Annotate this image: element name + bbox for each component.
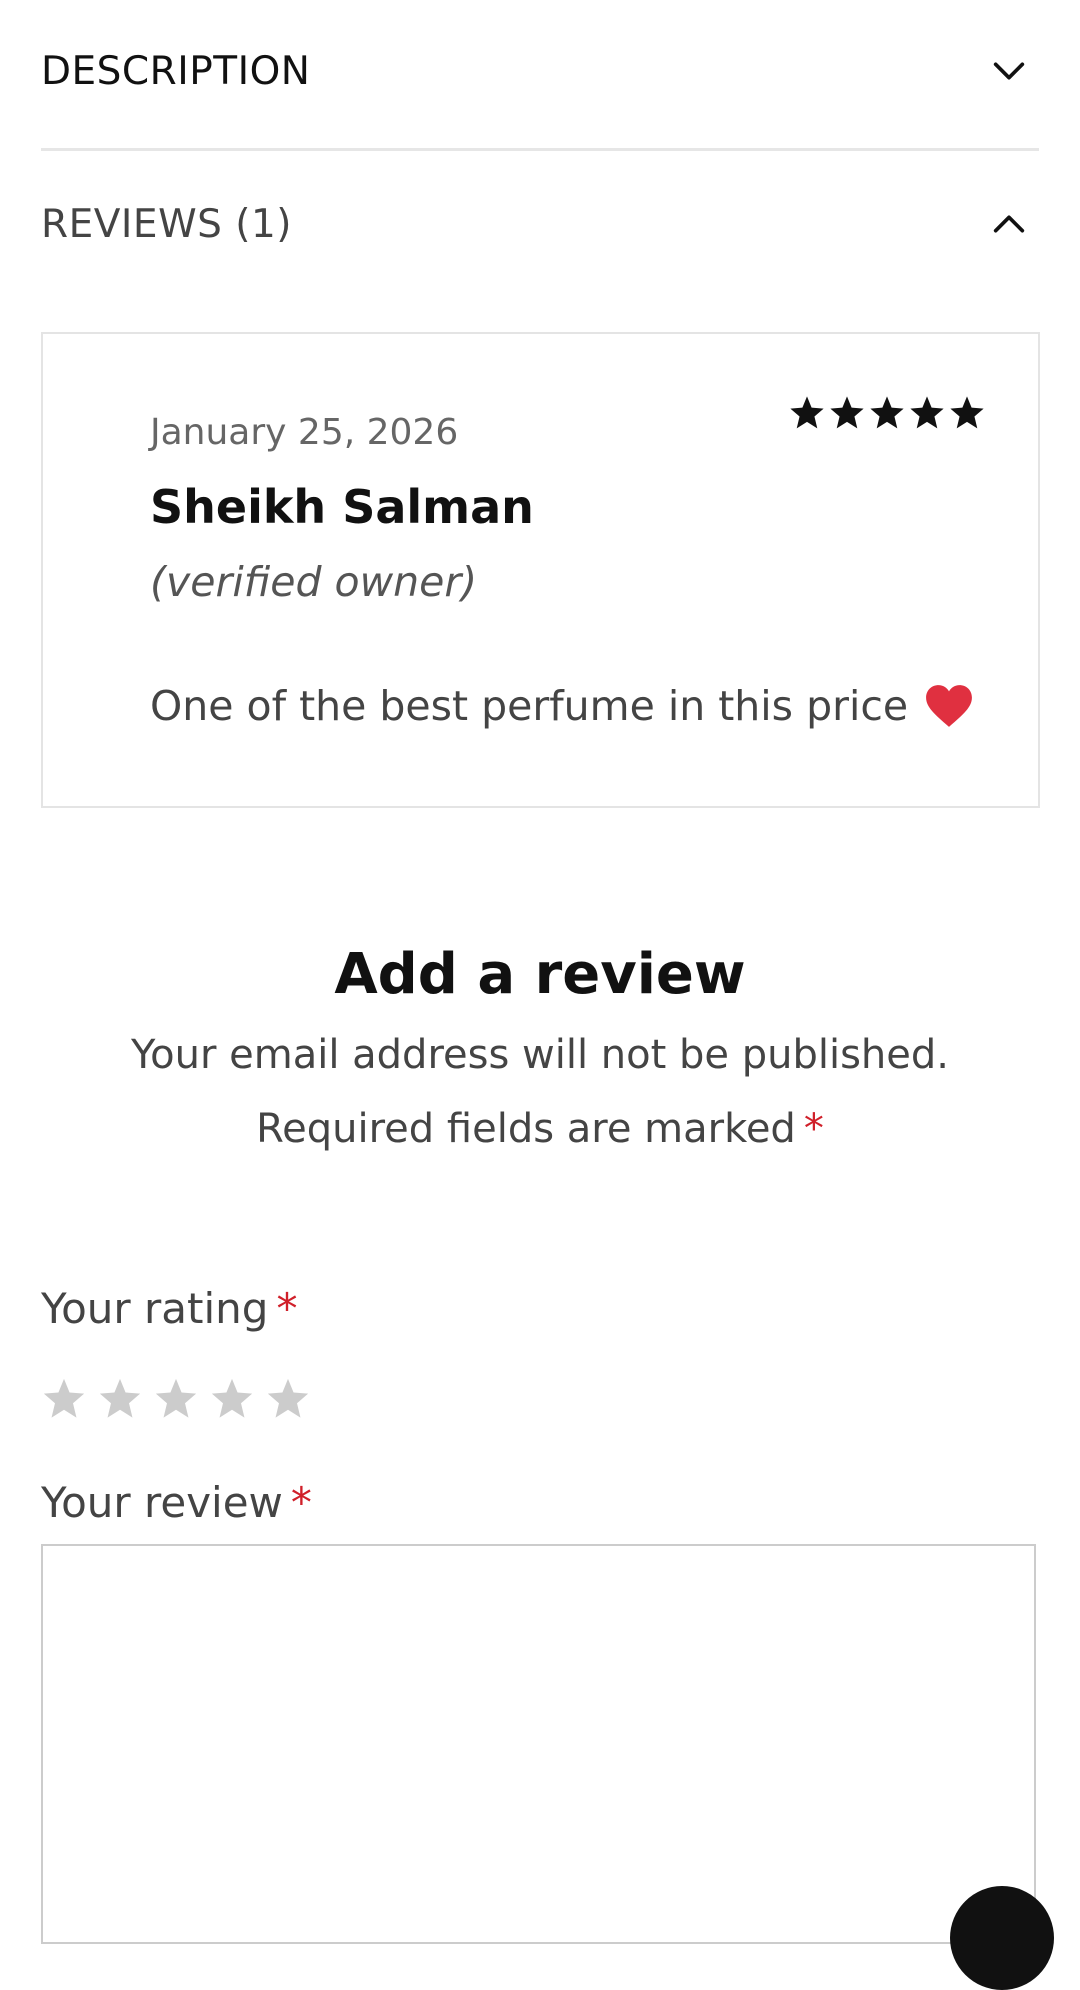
- star-icon: [870, 396, 904, 429]
- rating-star-icon[interactable]: [97, 1376, 143, 1422]
- review-textarea[interactable]: [41, 1544, 1036, 1944]
- required-notice-text: Required fields are marked: [256, 1106, 796, 1152]
- rating-label: Your rating *: [41, 1284, 297, 1333]
- required-asterisk: *: [803, 1106, 824, 1152]
- email-notice: Your email address will not be published…: [131, 1032, 949, 1078]
- review-text-content: One of the best perfume in this price: [150, 682, 909, 730]
- rating-star-icon[interactable]: [153, 1376, 199, 1422]
- review-author: Sheikh Salman: [150, 480, 534, 534]
- review-rating: [788, 394, 986, 432]
- reviews-title: REVIEWS (1): [41, 201, 293, 247]
- review-date: January 25, 2026: [150, 412, 459, 453]
- section-divider: [41, 148, 1039, 151]
- star-icon: [830, 396, 864, 429]
- review-label: Your review *: [41, 1478, 312, 1527]
- rating-stars-input[interactable]: [41, 1376, 311, 1422]
- add-review-title: Add a review: [334, 942, 746, 1007]
- chevron-up-icon[interactable]: [989, 204, 1029, 244]
- description-title: DESCRIPTION: [41, 48, 311, 94]
- floating-action-button[interactable]: [950, 1886, 1054, 1990]
- reviews-accordion-header[interactable]: REVIEWS (1): [41, 193, 1039, 255]
- description-accordion-header[interactable]: DESCRIPTION: [41, 40, 1039, 102]
- star-icon: [790, 396, 824, 429]
- rating-required-asterisk: *: [276, 1284, 298, 1333]
- rating-star-icon[interactable]: [265, 1376, 311, 1422]
- rating-star-icon[interactable]: [209, 1376, 255, 1422]
- rating-star-icon[interactable]: [41, 1376, 87, 1422]
- review-required-asterisk: *: [290, 1478, 312, 1527]
- heart-icon: [926, 685, 973, 727]
- star-icon: [910, 396, 944, 429]
- review-text: One of the best perfume in this price: [150, 682, 974, 730]
- chevron-down-icon[interactable]: [989, 51, 1029, 91]
- star-icon: [950, 396, 984, 429]
- rating-label-text: Your rating: [41, 1284, 269, 1333]
- required-notice: Required fields are marked *: [0, 1106, 1080, 1152]
- review-card: January 25, 2026 Sheikh Salman (verified…: [41, 332, 1040, 808]
- review-label-text: Your review: [41, 1478, 283, 1527]
- verified-owner-label: (verified owner): [150, 558, 478, 606]
